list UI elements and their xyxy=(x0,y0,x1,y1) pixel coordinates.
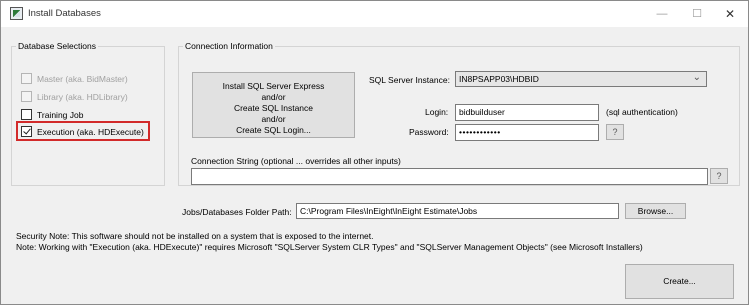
app-icon xyxy=(10,7,23,20)
password-help-button[interactable]: ? xyxy=(606,124,624,140)
maximize-icon[interactable]: ☐ xyxy=(682,5,712,23)
database-selections-group: Database Selections Master (aka. BidMast… xyxy=(11,41,165,186)
minimize-icon[interactable]: — xyxy=(647,5,677,23)
checkbox-execution[interactable]: Execution (aka. HDExecute) xyxy=(21,125,144,138)
window-title: Install Databases xyxy=(28,8,101,19)
login-note: (sql authentication) xyxy=(606,107,678,117)
connection-string-input[interactable] xyxy=(191,168,708,185)
connection-string-label: Connection String (optional ... override… xyxy=(191,156,401,166)
checkbox-training-job[interactable]: Training Job xyxy=(21,108,83,121)
checkbox-box-checked[interactable] xyxy=(21,126,32,137)
database-selections-legend: Database Selections xyxy=(18,41,96,51)
sql-instance-value: IN8PSAPP03\HDBID xyxy=(459,74,539,84)
login-input[interactable]: bidbuilduser xyxy=(455,104,599,121)
password-label: Password: xyxy=(409,127,449,137)
checkbox-master[interactable]: Master (aka. BidMaster) xyxy=(21,72,128,85)
checkbox-library[interactable]: Library (aka. HDLibrary) xyxy=(21,90,128,103)
execution-note: Note: Working with "Execution (aka. HDEx… xyxy=(16,242,643,252)
connection-information-group: Connection Information Install SQL Serve… xyxy=(178,41,740,186)
jobs-folder-input[interactable]: C:\Program Files\InEight\InEight Estimat… xyxy=(296,203,619,219)
checkbox-label: Execution (aka. HDExecute) xyxy=(37,126,144,137)
password-input[interactable]: •••••••••••• xyxy=(455,124,599,141)
checkbox-label: Master (aka. BidMaster) xyxy=(37,73,128,84)
checkbox-label: Training Job xyxy=(37,109,84,120)
sql-instance-label: SQL Server Instance: xyxy=(369,75,450,85)
sql-instance-select[interactable]: IN8PSAPP03\HDBID ⌄ xyxy=(455,71,707,87)
install-sql-server-button[interactable]: Install SQL Server Express and/or Create… xyxy=(192,72,355,138)
login-label: Login: xyxy=(425,107,449,117)
checkbox-box[interactable] xyxy=(21,91,32,102)
title-bar: Install Databases — ☐ ✕ xyxy=(1,1,748,27)
checkbox-box[interactable] xyxy=(21,109,32,120)
security-note: Security Note: This software should not … xyxy=(16,231,374,241)
checkbox-label: Library (aka. HDLibrary) xyxy=(37,91,128,102)
connection-information-legend: Connection Information xyxy=(185,41,273,51)
install-databases-window: Install Databases — ☐ ✕ Database Selecti… xyxy=(0,0,749,305)
close-icon[interactable]: ✕ xyxy=(715,5,745,23)
chevron-down-icon[interactable]: ⌄ xyxy=(693,72,701,83)
connection-string-help-button[interactable]: ? xyxy=(710,168,728,184)
checkbox-box[interactable] xyxy=(21,73,32,84)
create-button[interactable]: Create... xyxy=(625,264,734,299)
jobs-folder-label: Jobs/Databases Folder Path: xyxy=(182,207,292,217)
browse-button[interactable]: Browse... xyxy=(625,203,686,219)
